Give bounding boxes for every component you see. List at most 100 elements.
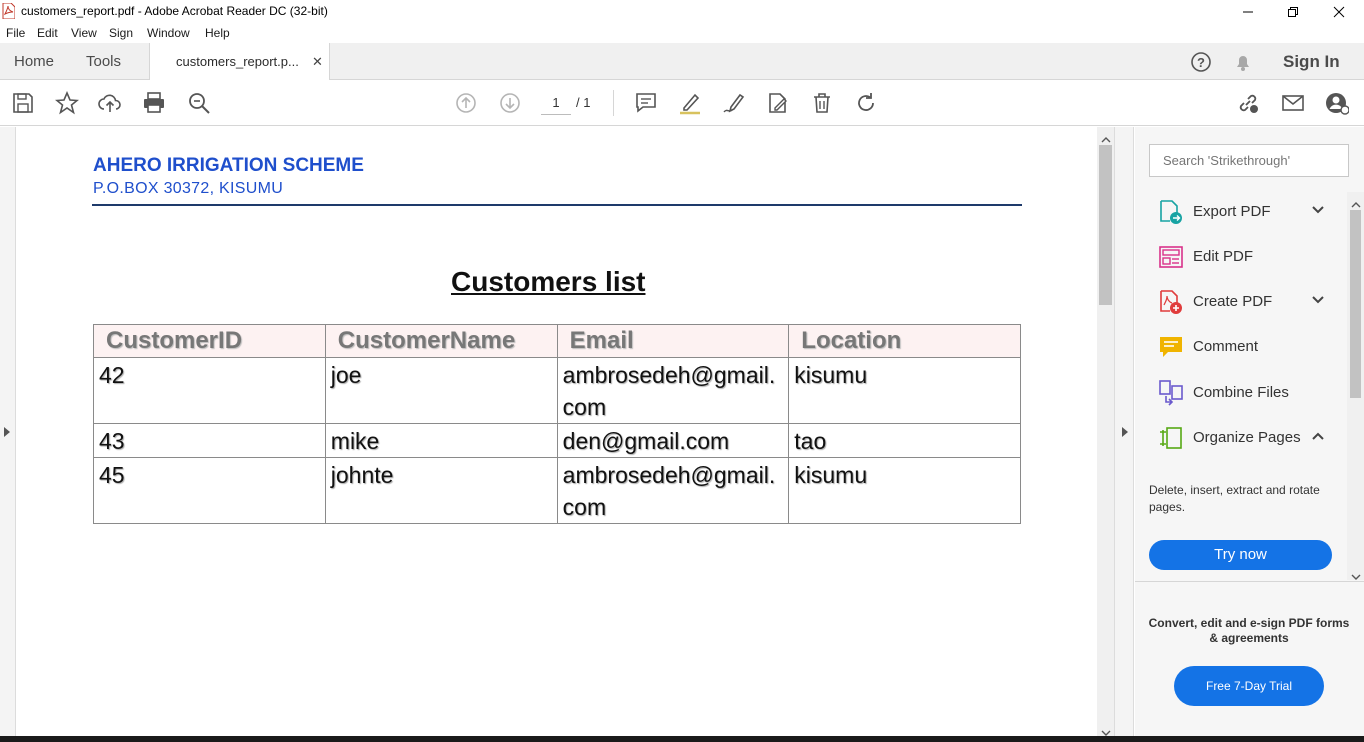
email-icon[interactable]: [1281, 91, 1305, 115]
previous-page-icon[interactable]: [454, 91, 478, 115]
main-toolbar: 1 / 1: [0, 80, 1364, 126]
expand-left-panel-icon[interactable]: [3, 425, 11, 443]
combine-files-icon: [1159, 380, 1183, 406]
tab-home[interactable]: Home: [14, 43, 54, 80]
tool-edit-pdf[interactable]: Edit PDF: [1159, 242, 1339, 272]
minimize-button[interactable]: [1225, 0, 1271, 23]
highlight-pen-icon[interactable]: [678, 91, 702, 115]
header-rule: [92, 204, 1022, 206]
try-now-button[interactable]: Try now: [1149, 540, 1332, 570]
tool-organize-pages[interactable]: Organize Pages: [1159, 423, 1339, 453]
toolbar-divider: [613, 90, 614, 116]
page-number-input[interactable]: 1: [541, 93, 571, 115]
document-scrollbar[interactable]: [1097, 127, 1114, 736]
zoom-search-icon[interactable]: [187, 91, 211, 115]
organize-pages-description: Delete, insert, extract and rotate pages…: [1149, 483, 1320, 514]
tools-pane-scrollbar[interactable]: [1347, 192, 1364, 580]
tool-comment[interactable]: Comment: [1159, 332, 1339, 362]
sign-in-button[interactable]: Sign In: [1283, 43, 1340, 80]
table-cell: 45: [93, 457, 326, 524]
tool-label: Edit PDF: [1193, 248, 1254, 265]
table-cell: ambrosedeh@gmail.com: [556, 357, 790, 424]
menu-view[interactable]: View: [71, 26, 97, 40]
tool-label: Combine Files: [1193, 384, 1289, 401]
chevron-down-icon[interactable]: [1311, 203, 1325, 217]
column-header: Location: [788, 324, 1021, 358]
fill-sign-icon[interactable]: [766, 91, 790, 115]
table-row: 42 joe ambrosedeh@gmail.com kisumu: [93, 357, 1021, 424]
tools-search-input[interactable]: [1149, 144, 1349, 177]
title-bar: customers_report.pdf - Adobe Acrobat Rea…: [0, 0, 1364, 23]
customers-table: CustomerID CustomerName Email Location 4…: [93, 324, 1021, 524]
tab-tools[interactable]: Tools: [86, 43, 121, 80]
upload-cloud-icon[interactable]: [98, 91, 122, 115]
scroll-down-icon[interactable]: [1351, 568, 1361, 586]
page-total: / 1: [576, 95, 591, 110]
scrollbar-thumb[interactable]: [1350, 210, 1361, 398]
draw-freehand-icon[interactable]: [722, 91, 746, 115]
table-cell: mike: [324, 423, 558, 458]
collapse-right-panel-icon[interactable]: [1121, 425, 1129, 443]
table-cell: ambrosedeh@gmail.com: [556, 457, 790, 524]
tool-create-pdf[interactable]: Create PDF: [1159, 287, 1339, 317]
menu-edit[interactable]: Edit: [37, 26, 58, 40]
svg-text:?: ?: [1197, 55, 1205, 70]
tab-document-label: customers_report.p...: [176, 54, 299, 69]
table-cell: den@gmail.com: [556, 423, 790, 458]
save-icon[interactable]: [11, 91, 35, 115]
panel-divider: [1135, 581, 1364, 582]
tool-export-pdf[interactable]: Export PDF: [1159, 197, 1339, 227]
menu-file[interactable]: File: [6, 26, 25, 40]
close-tab-icon[interactable]: ✕: [312, 43, 323, 80]
comment-icon: [1159, 334, 1183, 360]
tool-combine-files[interactable]: Combine Files: [1159, 378, 1339, 408]
delete-trash-icon[interactable]: [810, 91, 834, 115]
free-trial-button[interactable]: Free 7-Day Trial: [1174, 666, 1324, 706]
tab-bar: Home Tools customers_report.p... ✕ ? Sig…: [0, 43, 1364, 81]
right-panel-toggle-strip: [1114, 127, 1134, 736]
left-panel-collapsed: [0, 127, 16, 736]
export-pdf-icon: [1159, 199, 1183, 225]
chevron-down-icon[interactable]: [1311, 293, 1325, 307]
acrobat-app-icon: [2, 2, 16, 20]
comment-tool-icon[interactable]: [634, 91, 658, 115]
table-cell: kisumu: [788, 357, 1021, 424]
star-icon[interactable]: [54, 90, 80, 115]
menu-help[interactable]: Help: [205, 26, 230, 40]
table-row: 45 johnte ambrosedeh@gmail.com kisumu: [93, 457, 1021, 524]
column-header: CustomerName: [324, 324, 558, 358]
table-cell: joe: [324, 357, 558, 424]
menu-bar: File Edit View Sign Window Help: [0, 23, 1364, 43]
create-pdf-icon: [1159, 289, 1183, 315]
rotate-icon[interactable]: [854, 91, 878, 115]
share-link-icon[interactable]: [1236, 91, 1260, 115]
table-cell: johnte: [324, 457, 558, 524]
organize-pages-icon: [1159, 425, 1183, 451]
menu-window[interactable]: Window: [147, 26, 190, 40]
convert-promo-text: Convert, edit and e-sign PDF forms & agr…: [1148, 616, 1350, 645]
column-header: CustomerID: [93, 324, 326, 358]
table-cell: tao: [788, 423, 1021, 458]
tool-label: Comment: [1193, 338, 1259, 355]
window-title: customers_report.pdf - Adobe Acrobat Rea…: [21, 4, 328, 18]
company-address: P.O.BOX 30372, KISUMU: [93, 180, 284, 197]
company-name: AHERO IRRIGATION SCHEME: [93, 155, 364, 176]
column-header: Email: [556, 324, 790, 358]
menu-sign[interactable]: Sign: [109, 26, 133, 40]
taskbar-strip: [0, 736, 1364, 742]
table-cell: kisumu: [788, 457, 1021, 524]
table-row: 43 mike den@gmail.com tao: [93, 423, 1021, 458]
tab-document[interactable]: customers_report.p... ✕: [149, 43, 330, 81]
scrollbar-thumb[interactable]: [1099, 145, 1112, 305]
print-icon[interactable]: [142, 91, 166, 115]
document-title: Customers list: [451, 266, 646, 297]
next-page-icon[interactable]: [498, 91, 522, 115]
notifications-bell-icon[interactable]: [1232, 51, 1254, 78]
help-icon[interactable]: ?: [1190, 51, 1212, 78]
close-window-button[interactable]: [1316, 0, 1362, 23]
restore-button[interactable]: [1270, 0, 1316, 23]
table-header-row: CustomerID CustomerName Email Location: [93, 324, 1021, 358]
edit-pdf-icon: [1159, 244, 1183, 270]
chevron-up-icon[interactable]: [1311, 429, 1325, 443]
share-user-icon[interactable]: [1325, 91, 1350, 115]
